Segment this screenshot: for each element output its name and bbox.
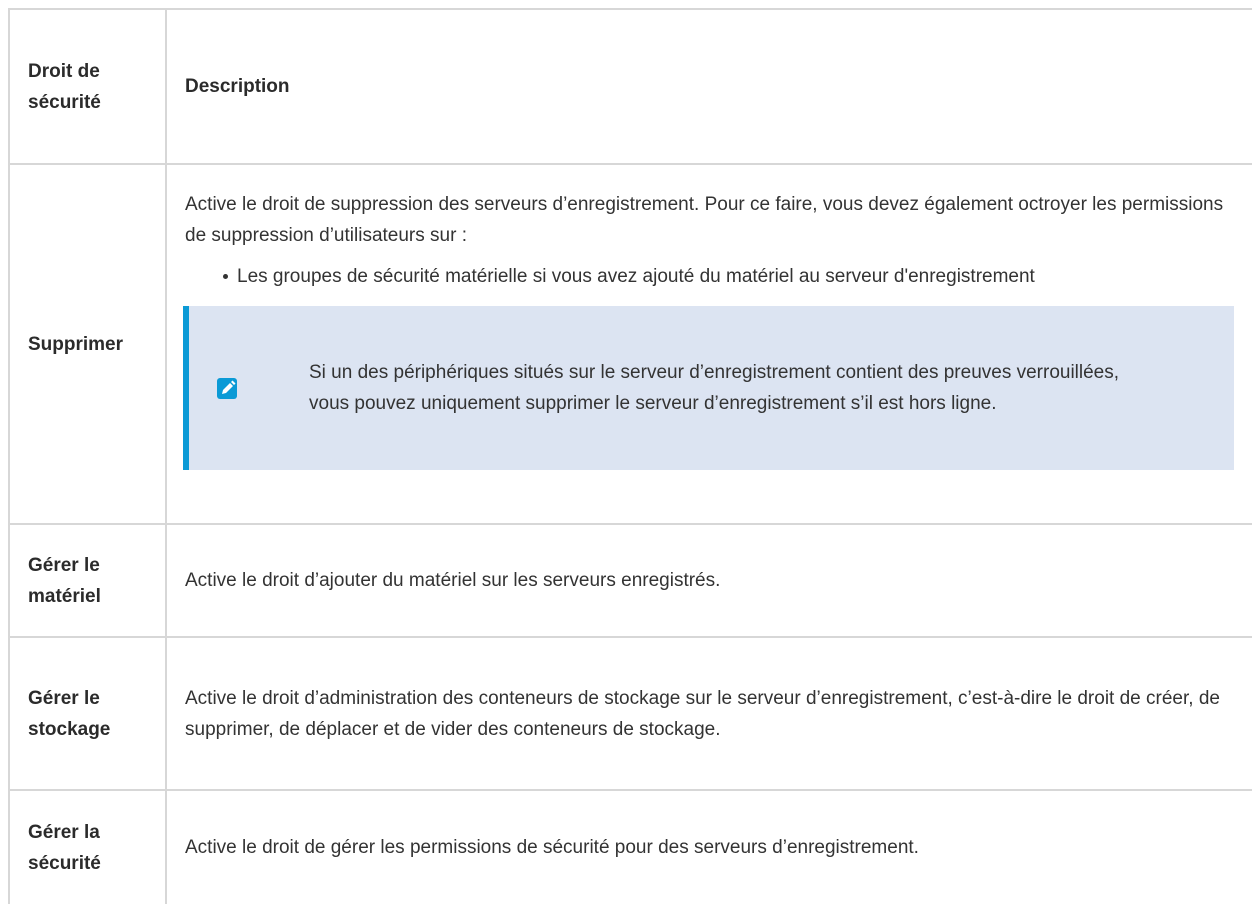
description-text: Active le droit d’administration des con… [185, 687, 1220, 740]
right-description-gerer-stockage: Active le droit d’administration des con… [167, 638, 1252, 789]
right-name-gerer-materiel: Gérer le matériel [10, 525, 167, 636]
pencil-icon [207, 376, 247, 400]
right-description-supprimer: Active le droit de suppression des serve… [167, 165, 1252, 523]
table-row-gerer-stockage: Gérer le stockage Active le droit d’admi… [10, 638, 1252, 791]
description-text: Active le droit de gérer les permissions… [185, 837, 919, 858]
right-name-gerer-stockage: Gérer le stockage [10, 638, 167, 789]
table-row-supprimer: Supprimer Active le droit de suppression… [10, 165, 1252, 525]
table-header-row: Droit de sécurité Description [10, 10, 1252, 165]
header-description-label: Description [185, 76, 290, 97]
right-name-supprimer: Supprimer [10, 165, 167, 523]
right-name-gerer-securite: Gérer la sécurité [10, 791, 167, 904]
header-security-right: Droit de sécurité [10, 10, 167, 163]
header-description: Description [167, 10, 1252, 163]
table-row-gerer-securite: Gérer la sécurité Active le droit de gér… [10, 791, 1252, 904]
description-text: Active le droit de suppression des serve… [185, 194, 1224, 246]
description-text: Active le droit d’ajouter du matériel su… [185, 570, 721, 591]
bullet-list: Les groupes de sécurité matérielle si vo… [185, 261, 1234, 292]
table-row-gerer-materiel: Gérer le matériel Active le droit d’ajou… [10, 525, 1252, 638]
security-rights-table: Droit de sécurité Description Supprimer … [8, 8, 1252, 904]
note-callout: Si un des périphériques situés sur le se… [183, 306, 1234, 470]
bullet-item: Les groupes de sécurité matérielle si vo… [223, 261, 1234, 292]
right-description-gerer-securite: Active le droit de gérer les permissions… [167, 791, 1252, 904]
note-text: Si un des périphériques situés sur le se… [309, 362, 1120, 414]
right-description-gerer-materiel: Active le droit d’ajouter du matériel su… [167, 525, 1252, 636]
